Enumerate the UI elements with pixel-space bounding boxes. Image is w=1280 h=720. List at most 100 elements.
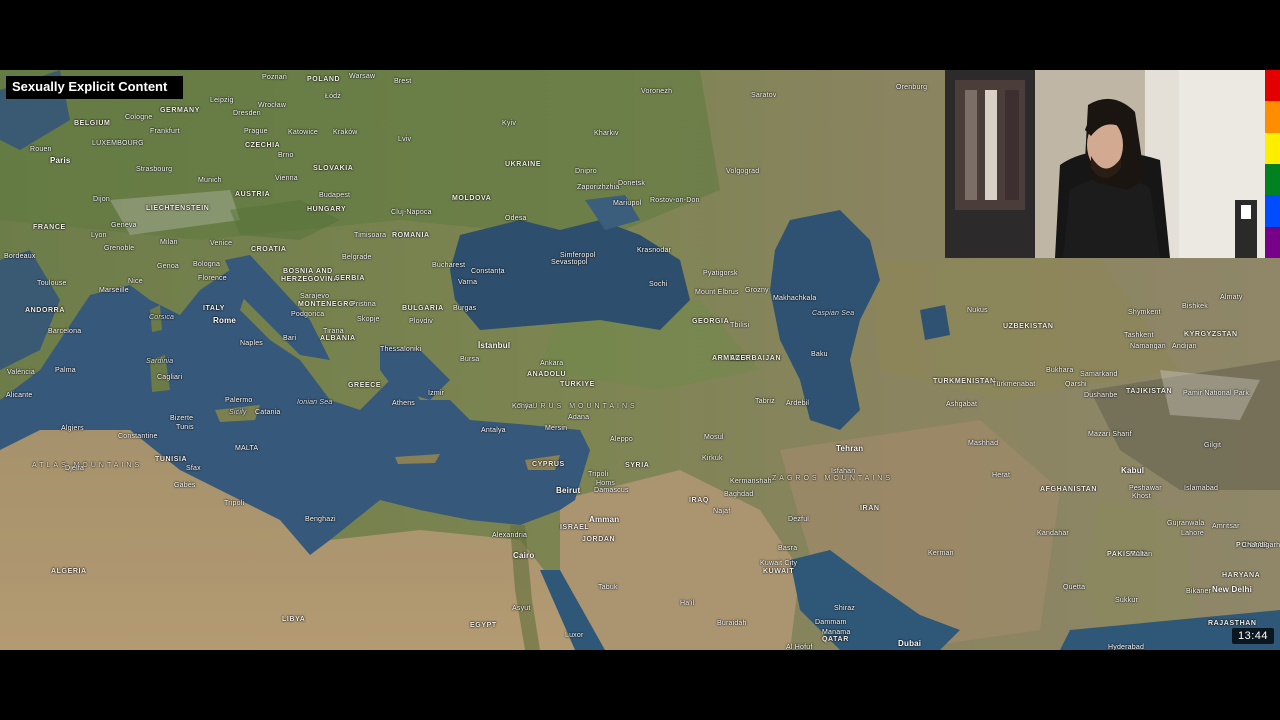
map-label-dresden: Dresden <box>233 110 261 117</box>
map-label-qatar: QATAR <box>822 636 849 643</box>
map-label-volgograd: Volgograd <box>726 168 760 175</box>
map-label-bikaner: Bikaner <box>1186 588 1212 595</box>
map-label-lodz: Łódź <box>325 93 341 100</box>
map-label-voronezh: Voronezh <box>641 88 673 95</box>
map-label-tripoli-ly: Tripoli <box>224 500 245 507</box>
map-label-tripoli-lb: Tripoli <box>588 471 609 478</box>
rainbow-stripe-yellow <box>1265 132 1280 164</box>
map-label-basra: Basra <box>778 545 798 552</box>
map-label-naples: Naples <box>240 340 263 347</box>
map-label-adana: Adana <box>568 414 590 421</box>
content-warning-label: Sexually Explicit Content <box>6 76 184 99</box>
map-label-benghazi: Benghazi <box>305 516 336 523</box>
map-label-damascus: Damascus <box>594 487 629 494</box>
map-label-leipzig: Leipzig <box>210 97 234 104</box>
map-label-sochi: Sochi <box>649 281 668 288</box>
map-label-tehran: Tehran <box>836 444 864 453</box>
map-label-czechia: CZECHIA <box>245 142 281 149</box>
map-label-kyiv: Kyiv <box>502 120 517 127</box>
map-label-marseille: Marseille <box>99 287 129 294</box>
map-label-ashgabat: Ashgabat <box>946 401 978 408</box>
video-timestamp: 13:44 <box>1231 628 1274 644</box>
map-label-afghanistan: AFGHANISTAN <box>1040 486 1098 493</box>
map-label-new-delhi: New Delhi <box>1212 585 1253 594</box>
map-label-genoa: Genoa <box>157 263 180 270</box>
rainbow-stripe-purple <box>1265 226 1280 258</box>
map-label-samarkand: Samarkand <box>1080 371 1118 378</box>
map-label-cyprus: CYPRUS <box>532 461 565 468</box>
map-label-zagros-mountains: ZAGROS MOUNTAINS <box>772 475 893 482</box>
map-label-catania: Catania <box>255 409 281 416</box>
map-label-rajasthan: RAJASTHAN <box>1208 620 1257 627</box>
map-label-kermanshah: Kermanshah <box>730 478 772 485</box>
rainbow-stripe-orange <box>1265 101 1280 133</box>
map-label-homs: Homs <box>596 480 616 487</box>
map-label-dushanbe: Dushanbe <box>1084 392 1118 399</box>
map-label-rostov: Rostov-on-Don <box>650 197 700 204</box>
map-label-grenoble: Grenoble <box>104 245 135 252</box>
map-label-iraq: IRAQ <box>689 497 709 504</box>
map-label-turkiye: TÜRKIYE <box>560 381 595 388</box>
map-label-bishkek: Bishkek <box>1182 303 1208 310</box>
map-label-gujranwala: Gujranwala <box>1167 520 1205 527</box>
map-label-andorra: ANDORRA <box>25 307 65 314</box>
map-label-amman: Amman <box>589 515 620 524</box>
map-label-elbrus: Mount Elbrus <box>695 289 739 296</box>
map-label-bizerte: Bizerte <box>170 415 194 422</box>
map-label-alicante: Alicante <box>6 392 33 399</box>
map-label-kharkiv: Kharkiv <box>594 130 619 137</box>
map-label-bukhara: Bukhara <box>1046 367 1074 374</box>
map-label-moldova: MOLDOVA <box>452 195 492 202</box>
map-label-izmir: İzmir <box>428 390 445 397</box>
map-label-hungary: HUNGARY <box>307 206 347 213</box>
map-label-antalya: Antalya <box>481 427 506 434</box>
map-label-mashhad: Mashhad <box>968 440 999 447</box>
map-label-kyrgyzstan: KYRGYZSTAN <box>1184 331 1238 338</box>
map-label-djelfa: Djelfa <box>65 465 85 472</box>
map-label-makhachkala: Makhachkala <box>773 295 817 302</box>
map-label-kuwait-city: Kuwait City <box>760 560 798 567</box>
map-label-cairo: Cairo <box>513 551 535 560</box>
video-frame[interactable]: POLAND GERMANY BELGIUM LUXEMBOURG CZECHIA SLO… <box>0 70 1280 650</box>
map-label-wroclaw: Wrocław <box>258 102 287 109</box>
map-label-skopje: Skopje <box>357 316 380 323</box>
map-label-manama: Manama <box>822 629 851 636</box>
map-label-azerbaijan: AZERBAIJAN <box>730 355 782 362</box>
map-label-corsica: Corsica <box>149 314 175 321</box>
map-label-ukraine: UKRAINE <box>505 161 542 168</box>
map-label-bucharest: Bucharest <box>432 262 466 269</box>
map-label-herat: Herat <box>992 472 1011 479</box>
map-label-gabes: Gabès <box>174 482 196 489</box>
map-label-malta: MALTA <box>235 445 259 452</box>
map-label-tabriz: Tabriz <box>755 398 775 405</box>
map-label-uzbekistan: UZBEKISTAN <box>1003 323 1054 330</box>
rainbow-stripe-blue <box>1265 195 1280 227</box>
map-label-mazari-sharif: Mazari Sharif <box>1088 431 1132 438</box>
map-label-istanbul: İstanbul <box>478 341 511 350</box>
map-label-asyut: Asyut <box>512 605 531 612</box>
map-label-plovdiv: Plovdiv <box>409 318 433 325</box>
map-label-poland: POLAND <box>307 76 341 83</box>
map-label-bursa: Bursa <box>460 356 480 363</box>
map-label-austria: AUSTRIA <box>235 191 271 198</box>
map-label-pamir: Pamir National Park <box>1183 390 1250 397</box>
map-label-al-hofuf: Al Hofuf <box>786 644 813 650</box>
map-label-bordeaux: Bordeaux <box>4 253 36 260</box>
map-label-shymkent: Shymkent <box>1128 309 1161 316</box>
map-label-florence: Florence <box>198 275 227 282</box>
map-label-budapest: Budapest <box>319 192 351 199</box>
map-label-simferopol: Simferopol <box>560 252 596 259</box>
map-label-egypt: EGYPT <box>470 622 497 629</box>
map-label-vienna: Vienna <box>275 175 298 182</box>
rainbow-flag-bar <box>1265 70 1280 258</box>
map-label-hail: Ha'il <box>680 600 695 607</box>
map-label-nukus: Nukus <box>967 307 988 314</box>
map-label-luxembourg: LUXEMBOURG <box>92 140 144 147</box>
map-label-dammam: Dammam <box>815 619 847 626</box>
webcam-feed <box>945 70 1265 258</box>
map-label-lyon: Lyon <box>91 232 107 239</box>
map-label-aleppo: Aleppo <box>610 436 633 443</box>
map-label-baghdad: Baghdad <box>724 491 754 498</box>
map-label-italy: ITALY <box>203 305 226 312</box>
map-label-sfax: Sfax <box>186 465 201 472</box>
